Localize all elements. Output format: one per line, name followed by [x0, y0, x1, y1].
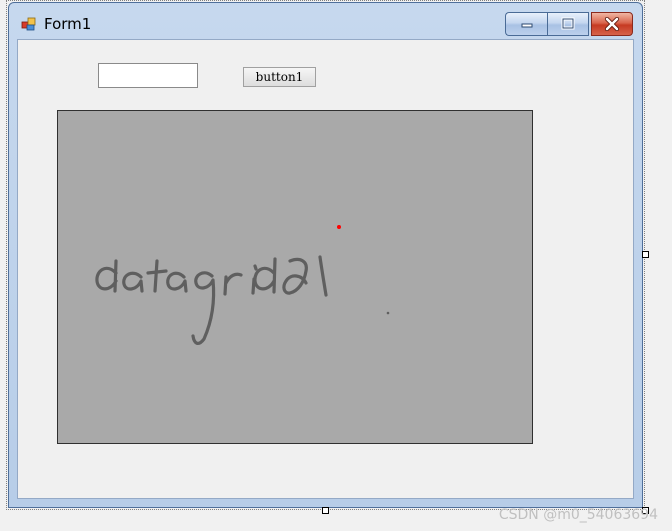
close-icon	[604, 17, 620, 31]
red-marker-dot	[337, 225, 341, 229]
textbox1-input[interactable]	[98, 63, 198, 88]
picturebox1[interactable]	[57, 110, 533, 444]
winforms-app-icon	[21, 16, 37, 32]
minimize-button[interactable]	[505, 12, 547, 36]
resize-handle-bottom[interactable]	[322, 507, 329, 514]
close-button[interactable]	[591, 12, 633, 36]
caption-buttons	[505, 12, 633, 36]
button1[interactable]: button1	[243, 67, 316, 87]
minimize-icon	[521, 23, 532, 28]
form-client-area: button1	[17, 39, 634, 499]
title-bar[interactable]: Form1	[9, 3, 642, 39]
maximize-button[interactable]	[547, 12, 589, 36]
resize-handle-right[interactable]	[642, 251, 649, 258]
watermark-text: CSDN @m0_54063694	[498, 507, 658, 523]
form-designer-surface: Form1 button1 CSDN @m0_54063694	[0, 0, 672, 531]
form1-window: Form1 button1	[8, 2, 643, 508]
maximize-icon	[561, 17, 575, 30]
handwriting-datagrid-image	[95, 225, 390, 345]
window-title: Form1	[44, 15, 92, 33]
